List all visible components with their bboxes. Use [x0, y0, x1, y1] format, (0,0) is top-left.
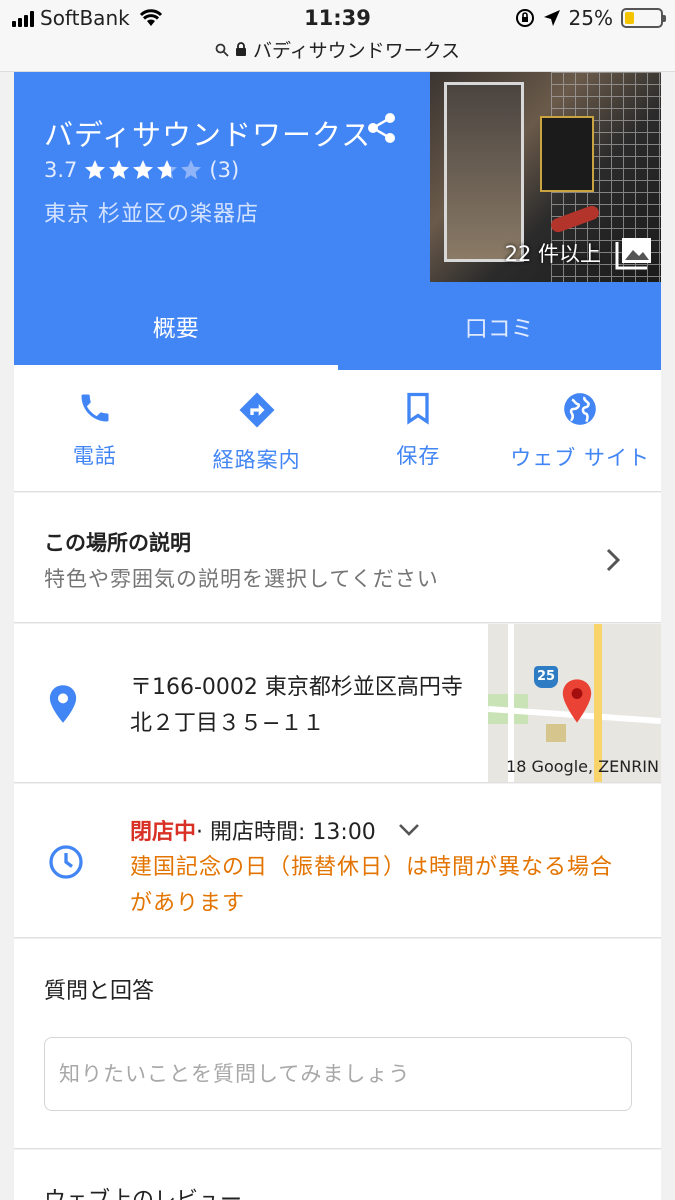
closed-status: 閉店中	[130, 820, 197, 845]
qa-section: 質問と回答	[14, 939, 661, 1149]
tab-reviews[interactable]: 口コミ	[338, 282, 662, 370]
star-icon	[157, 160, 178, 179]
address-text: 〒166-0002 東京都杉並区高円寺北２丁目３５−１１	[130, 675, 463, 736]
status-right: 25%	[515, 6, 666, 30]
globe-icon	[564, 393, 596, 425]
url-text: バディサウンドワークス	[252, 40, 461, 62]
call-button[interactable]: 電話	[14, 370, 176, 491]
rating-row[interactable]: 3.7 (3)	[44, 158, 239, 182]
search-icon	[215, 43, 229, 57]
location-pin-icon	[49, 685, 77, 723]
description-subtitle: 特色や雰囲気の説明を選択してください	[44, 567, 439, 591]
chevron-down-icon[interactable]	[398, 823, 420, 837]
holiday-notice: 建国記念の日（振替休日）は時間が異なる場合があります	[130, 855, 614, 916]
url-bar[interactable]: バディサウンドワークス	[0, 36, 675, 63]
star-icon	[181, 160, 202, 179]
star-icon	[133, 160, 154, 179]
website-button[interactable]: ウェブ サイト	[499, 370, 661, 491]
share-icon[interactable]	[367, 112, 397, 144]
question-input[interactable]	[44, 1037, 632, 1111]
star-rating	[83, 158, 203, 182]
hours-row[interactable]: 閉店中 · 開店時間: 13:00 建国記念の日（振替休日）は時間が異なる場合が…	[14, 784, 661, 938]
opening-time: · 開店時間: 13:00	[196, 820, 376, 845]
directions-button[interactable]: 経路案内	[176, 370, 338, 491]
status-bar: SoftBank 11:39 25% バディサウンドワークス	[0, 0, 675, 72]
map-credit: 18 Google, ZENRIN	[506, 757, 659, 776]
hours-summary: 閉店中 · 開店時間: 13:00	[130, 814, 420, 846]
review-count: (3)	[209, 158, 240, 182]
rotation-lock-icon	[515, 9, 534, 27]
photo-count: 22 件以上	[504, 242, 601, 266]
action-bar: 電話 経路案内 保存 ウェブ サイト	[14, 370, 661, 492]
star-icon	[85, 160, 106, 179]
place-photo[interactable]: 22 件以上	[430, 72, 661, 282]
qa-title: 質問と回答	[44, 979, 155, 1004]
place-category: 東京 杉並区の楽器店	[44, 202, 259, 227]
battery-icon	[621, 8, 666, 28]
place-title: バディサウンドワークス	[44, 118, 372, 152]
rating-value: 3.7	[44, 158, 78, 182]
web-reviews-section: ウェブ上のレビュー	[14, 1150, 661, 1200]
address-row[interactable]: 〒166-0002 東京都杉並区高円寺北２丁目３５−１１ 25 18 Googl…	[14, 624, 661, 783]
phone-icon	[81, 394, 109, 422]
bookmark-icon	[407, 392, 430, 425]
map-thumbnail[interactable]: 25 18 Google, ZENRIN	[488, 624, 661, 782]
place-header: バディサウンドワークス 3.7 (3) 東京 杉並区の楽器店 22 件以上	[14, 72, 661, 282]
map-pin-icon	[562, 679, 592, 723]
lock-icon	[235, 42, 246, 56]
route-shield: 25	[534, 666, 558, 688]
star-icon	[109, 160, 130, 179]
web-reviews-title: ウェブ上のレビュー	[44, 1182, 242, 1200]
clock-icon	[49, 845, 83, 879]
description-title: この場所の説明	[44, 531, 191, 555]
save-button[interactable]: 保存	[338, 370, 500, 491]
photo-library-icon	[615, 238, 651, 270]
tab-overview[interactable]: 概要	[14, 282, 338, 370]
description-row[interactable]: この場所の説明 特色や雰囲気の説明を選択してください	[14, 493, 661, 623]
location-arrow-icon	[543, 10, 560, 26]
battery-percent: 25%	[568, 6, 613, 30]
tab-bar: 概要 口コミ	[14, 282, 661, 370]
directions-icon	[239, 392, 275, 428]
chevron-right-icon	[606, 548, 621, 572]
